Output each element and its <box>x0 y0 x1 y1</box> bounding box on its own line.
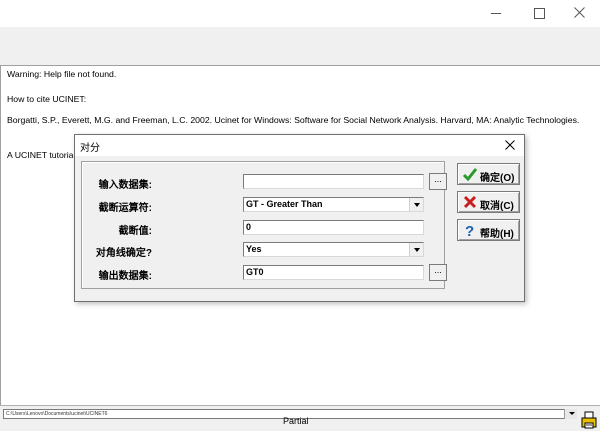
input-browse-button[interactable]: ... <box>429 173 447 190</box>
svg-text:?: ? <box>465 223 474 238</box>
dialog-title: 对分 <box>80 143 100 154</box>
chevron-down-icon[interactable] <box>409 198 423 211</box>
diagonal-select[interactable]: Yes <box>243 242 424 257</box>
close-button[interactable] <box>556 0 600 27</box>
minimize-button[interactable] <box>462 0 508 27</box>
input-dataset-field[interactable] <box>243 174 424 189</box>
operator-value: GT - Greater Than <box>246 199 323 209</box>
operator-select[interactable]: GT - Greater Than <box>243 197 424 212</box>
cutoff-field[interactable]: 0 <box>243 220 424 235</box>
question-icon: ? <box>465 223 474 238</box>
x-icon <box>463 195 477 209</box>
dialog-close-button[interactable] <box>500 138 520 153</box>
cutoff-label: 截断值: <box>118 226 152 237</box>
output-dataset-field[interactable]: GT0 <box>243 265 424 280</box>
help-button[interactable]: ? 帮助(H) <box>457 219 520 241</box>
dichotomize-dialog: 对分 输入数据集: ... 截断运算符: GT - Greater Than 截… <box>74 134 525 302</box>
chevron-down-icon[interactable] <box>564 409 577 419</box>
close-icon <box>505 140 515 150</box>
diagonal-value: Yes <box>246 244 262 254</box>
menu-toolbar-area <box>0 27 600 66</box>
diagonal-label: 对角线确定? <box>95 248 152 259</box>
log-line: Warning: Help file not found. <box>7 69 117 79</box>
status-text: Partial <box>283 417 309 425</box>
help-label: 帮助(H) <box>480 229 514 240</box>
ok-label: 确定(O) <box>480 173 515 184</box>
input-dataset-label: 输入数据集: <box>98 180 152 191</box>
log-line: How to cite UCINET: <box>7 94 87 104</box>
cancel-label: 取消(C) <box>480 201 514 212</box>
parameters-panel: 输入数据集: ... 截断运算符: GT - Greater Than 截断值:… <box>81 161 447 289</box>
printer-icon[interactable] <box>581 410 597 430</box>
log-line: Borgatti, S.P., Everett, M.G. and Freema… <box>7 115 580 125</box>
ok-button[interactable]: 确定(O) <box>457 163 520 185</box>
operator-label: 截断运算符: <box>98 203 152 214</box>
output-browse-button[interactable]: ... <box>429 264 447 281</box>
cancel-button[interactable]: 取消(C) <box>457 191 520 213</box>
checkmark-icon <box>462 168 478 182</box>
window-titlebar <box>0 0 600 27</box>
dialog-titlebar: 对分 <box>75 135 524 156</box>
chevron-down-icon[interactable] <box>409 243 423 256</box>
log-line: A UCINET tutorial <box>7 150 76 160</box>
statusbar: C:\Users\Lenovo\Documents\ucinet\UCINET6… <box>0 405 600 431</box>
close-icon <box>574 7 585 18</box>
output-dataset-label: 输出数据集: <box>98 271 152 282</box>
